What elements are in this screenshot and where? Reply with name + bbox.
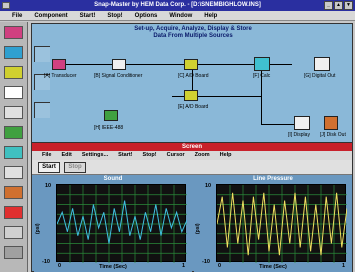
screen-title: Screen [32,143,352,151]
display-icon[interactable] [4,166,23,179]
app-title-bar: Snap-Master by HEM Data Corp. - [D:\SNEM… [0,0,355,11]
display-block[interactable] [294,116,310,130]
disk-out-icon[interactable] [4,186,23,199]
decor-chevron [34,102,50,118]
screen-toolbar: Start Stop [32,160,352,175]
screen-menu-file[interactable]: File [42,151,51,160]
sound-plot [56,184,188,263]
menu-options[interactable]: Options [135,11,158,20]
analog-board-icon[interactable] [4,66,23,79]
table-icon[interactable] [4,226,23,239]
digital-out-block[interactable] [314,57,330,71]
menu-window[interactable]: Window [169,11,192,20]
screen-menu-cursor[interactable]: Cursor [167,151,185,160]
menu-stop[interactable]: Stop! [107,11,122,20]
diagram-title: Set-up, Acquire, Analyze, Display & Stor… [32,26,354,40]
calc-label: [F] Calc [253,73,271,79]
decor-chevron [34,46,50,62]
digital-out-label: [G] Digital Out [304,73,336,79]
chart-title: Line Pressure [253,176,293,182]
screen-menu-start[interactable]: Start! [118,151,132,160]
screen-window: Screen File Edit Settings... Start! Stop… [31,142,353,272]
menu-file[interactable]: File [12,11,22,20]
y-axis-label: (psi) [35,223,41,234]
ad-board-e-label: [E] A/D Board [178,104,209,110]
ieee-488-label: [H] IEEE-488 [94,125,124,131]
chart-title: Sound [103,176,123,182]
y-axis-label: (psi) [195,223,201,234]
disk-out-label: [J] Disk Out [320,132,346,138]
screen-menu-bar: File Edit Settings... Start! Stop! Curso… [32,151,352,160]
transducer-block[interactable] [52,59,66,70]
x-axis-label: Time (Sec) [259,264,287,270]
disk-out-block[interactable] [324,116,338,130]
menu-component[interactable]: Component [34,11,67,20]
maximize-button[interactable]: ▲ [334,1,343,10]
ruler-icon[interactable] [4,246,23,259]
flag-icon[interactable] [4,206,23,219]
ad-board-c-block[interactable] [184,59,198,70]
screen-menu-zoom[interactable]: Zoom [195,151,210,160]
instrument-diagram: Set-up, Acquire, Analyze, Display & Stor… [31,23,353,143]
menu-help[interactable]: Help [204,11,217,20]
line-pressure-plot-svg [216,185,348,263]
screen-menu-edit[interactable]: Edit [61,151,71,160]
sound-chart: Sound (psi) 10 -10 0 1 Time (Sec) [34,176,192,272]
window-controls: _ ▲ ▼ [324,1,353,10]
app-menu-bar: File Component Start! Stop! Options Wind… [0,11,355,21]
ieee-icon[interactable] [4,126,23,139]
app-title: Snap-Master by HEM Data Corp. - [D:\SNEM… [94,2,261,8]
ad-board-e-block[interactable] [184,90,198,101]
system-menu-button[interactable] [2,2,10,9]
menu-start[interactable]: Start! [80,11,96,20]
start-button[interactable]: Start [38,162,60,173]
diagram-title-line2: Data From Multiple Sources [153,33,233,39]
signal-conditioner-block[interactable] [112,59,126,70]
ad-board-c-label: [C] A/D Board [178,73,209,79]
diagram-title-line1: Set-up, Acquire, Analyze, Display & Stor… [134,26,252,32]
transducer-icon[interactable] [4,26,23,39]
screen-menu-stop[interactable]: Stop! [143,151,157,160]
minimize-button[interactable]: _ [324,1,333,10]
signal-conditioner-label: [B] Signal Conditioner [94,73,143,79]
line-pressure-chart: Line Pressure (psi) 10 -10 0 1 Time (Sec… [194,176,352,272]
component-toolbar [0,22,28,272]
display-label: [I] Display [288,132,310,138]
transducer-label: [A] Transducer [44,73,77,79]
screen-menu-settings[interactable]: Settings... [82,151,108,160]
y-tick-max: 10 [205,183,212,189]
y-tick-max: 10 [45,183,52,189]
screen-menu-help[interactable]: Help [220,151,232,160]
ieee-488-block[interactable] [104,110,118,121]
calc-icon[interactable] [4,146,23,159]
sound-plot-svg [56,185,188,263]
line-pressure-plot [216,184,348,263]
x-axis-label: Time (Sec) [99,264,127,270]
restore-button[interactable]: ▼ [344,1,353,10]
disk-icon[interactable] [4,106,23,119]
stop-button[interactable]: Stop [64,162,86,173]
digital-wave-icon[interactable] [4,86,23,99]
signal-conditioner-icon[interactable] [4,46,23,59]
calc-block[interactable] [254,57,270,71]
